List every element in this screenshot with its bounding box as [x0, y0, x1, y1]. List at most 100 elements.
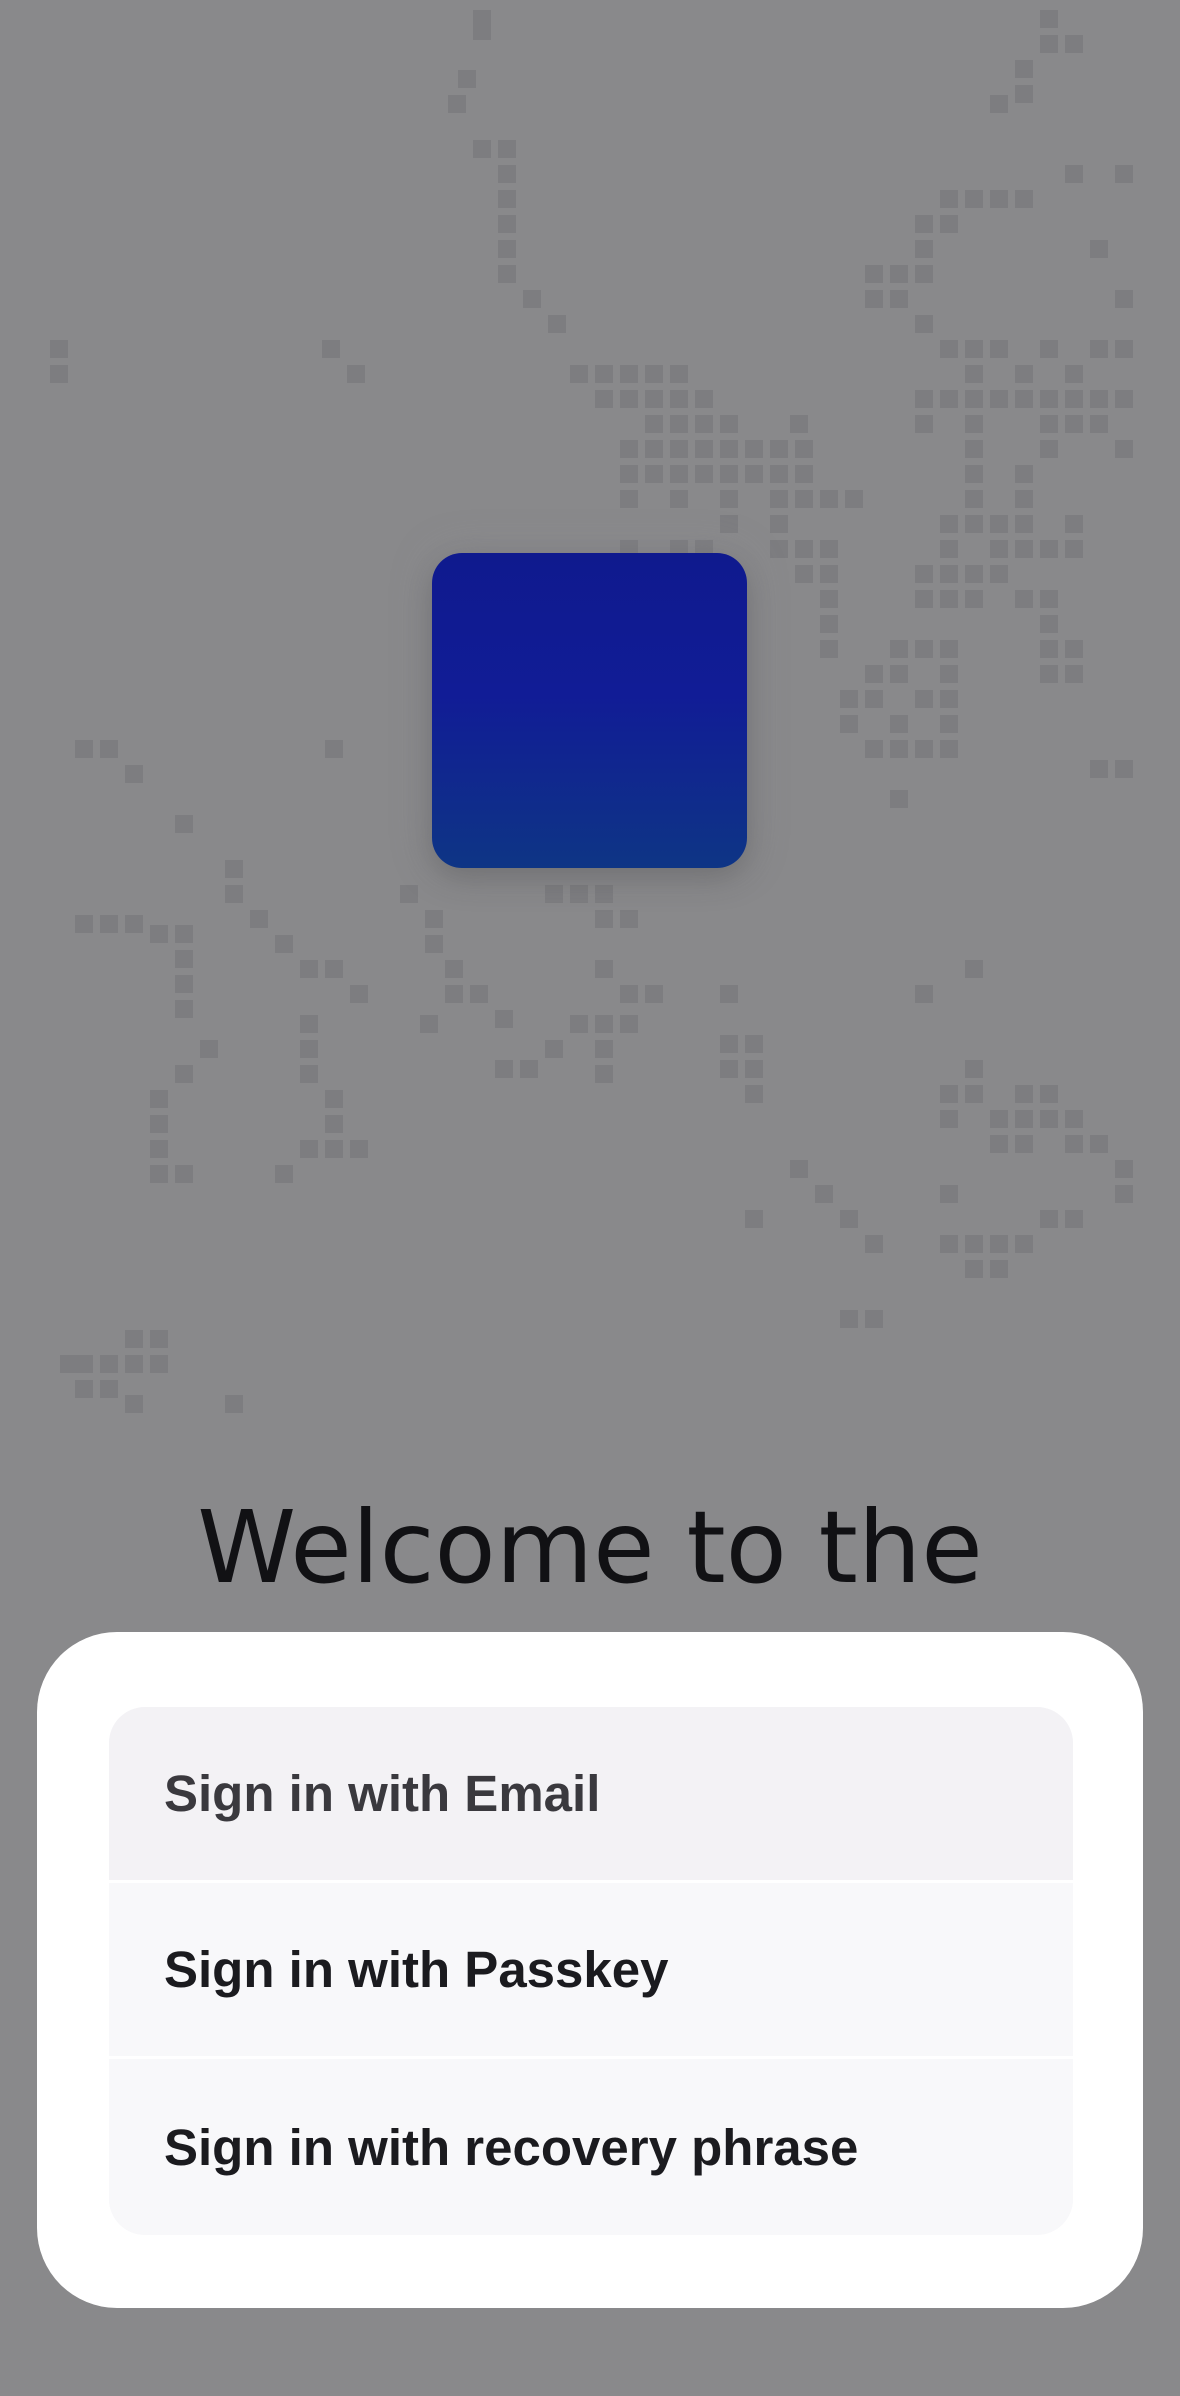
pattern-pixel	[75, 740, 93, 758]
pattern-pixel	[790, 415, 808, 433]
pattern-pixel	[425, 910, 443, 928]
signin-bottom-sheet: Sign in with Email Sign in with Passkey …	[37, 1632, 1143, 2308]
pattern-pixel	[300, 1015, 318, 1033]
pattern-pixel	[445, 960, 463, 978]
pattern-pixel	[1090, 340, 1108, 358]
pattern-pixel	[498, 265, 516, 283]
pattern-pixel	[770, 515, 788, 533]
pattern-pixel	[495, 1060, 513, 1078]
pattern-pixel	[570, 885, 588, 903]
pattern-pixel	[890, 665, 908, 683]
pattern-pixel	[498, 190, 516, 208]
signin-recovery-phrase-button[interactable]: Sign in with recovery phrase	[109, 2059, 1073, 2235]
pattern-pixel	[200, 1040, 218, 1058]
pattern-pixel	[1065, 665, 1083, 683]
pattern-pixel	[1040, 390, 1058, 408]
pattern-pixel	[890, 740, 908, 758]
pattern-pixel	[1015, 490, 1033, 508]
pattern-pixel	[1065, 540, 1083, 558]
pattern-pixel	[745, 465, 763, 483]
pattern-pixel	[1015, 465, 1033, 483]
pattern-pixel	[720, 1060, 738, 1078]
pattern-pixel	[150, 1115, 168, 1133]
pattern-pixel	[940, 1185, 958, 1203]
pattern-pixel	[595, 1065, 613, 1083]
pattern-pixel	[498, 165, 516, 183]
pattern-pixel	[445, 985, 463, 1003]
pattern-pixel	[915, 415, 933, 433]
pattern-pixel	[1065, 515, 1083, 533]
pattern-pixel	[473, 22, 491, 40]
pattern-pixel	[150, 1140, 168, 1158]
pattern-pixel	[325, 1115, 343, 1133]
pattern-pixel	[458, 70, 476, 88]
pattern-pixel	[915, 590, 933, 608]
pattern-pixel	[915, 565, 933, 583]
pattern-pixel	[695, 415, 713, 433]
pattern-pixel	[720, 1035, 738, 1053]
pattern-pixel	[1065, 415, 1083, 433]
pattern-pixel	[300, 1065, 318, 1083]
pattern-pixel	[865, 290, 883, 308]
pattern-pixel	[520, 1060, 538, 1078]
pattern-pixel	[1015, 590, 1033, 608]
pattern-pixel	[770, 440, 788, 458]
pattern-pixel	[695, 465, 713, 483]
signin-email-button[interactable]: Sign in with Email	[109, 1707, 1073, 1883]
pattern-pixel	[990, 1135, 1008, 1153]
pattern-pixel	[965, 1060, 983, 1078]
pattern-pixel	[820, 540, 838, 558]
pattern-pixel	[965, 365, 983, 383]
pattern-pixel	[965, 960, 983, 978]
pattern-pixel	[890, 715, 908, 733]
pattern-pixel	[915, 390, 933, 408]
pattern-pixel	[125, 1355, 143, 1373]
pattern-pixel	[1040, 440, 1058, 458]
pattern-pixel	[620, 390, 638, 408]
pattern-pixel	[470, 985, 488, 1003]
pattern-pixel	[150, 1165, 168, 1183]
pattern-pixel	[990, 1235, 1008, 1253]
pattern-pixel	[595, 365, 613, 383]
pattern-pixel	[1015, 1135, 1033, 1153]
pattern-pixel	[275, 1165, 293, 1183]
signin-passkey-button[interactable]: Sign in with Passkey	[109, 1883, 1073, 2059]
pattern-pixel	[770, 490, 788, 508]
pattern-pixel	[940, 515, 958, 533]
pattern-pixel	[125, 765, 143, 783]
pattern-pixel	[915, 215, 933, 233]
pattern-pixel	[720, 985, 738, 1003]
pattern-pixel	[595, 1040, 613, 1058]
pattern-pixel	[1040, 540, 1058, 558]
pattern-pixel	[720, 515, 738, 533]
pattern-pixel	[325, 1090, 343, 1108]
pattern-pixel	[940, 690, 958, 708]
pattern-pixel	[620, 1015, 638, 1033]
pattern-pixel	[940, 390, 958, 408]
pattern-pixel	[645, 415, 663, 433]
pattern-pixel	[990, 565, 1008, 583]
pattern-pixel	[1015, 1235, 1033, 1253]
pattern-pixel	[300, 960, 318, 978]
pattern-pixel	[1040, 1085, 1058, 1103]
pattern-pixel	[495, 1010, 513, 1028]
pattern-pixel	[890, 265, 908, 283]
pattern-pixel	[425, 935, 443, 953]
pattern-pixel	[498, 140, 516, 158]
pattern-pixel	[150, 1330, 168, 1348]
pattern-pixel	[795, 440, 813, 458]
pattern-pixel	[865, 1310, 883, 1328]
pattern-pixel	[1040, 1110, 1058, 1128]
pattern-pixel	[965, 340, 983, 358]
pattern-pixel	[890, 640, 908, 658]
pattern-pixel	[225, 885, 243, 903]
pattern-pixel	[400, 885, 418, 903]
pattern-pixel	[1065, 390, 1083, 408]
pattern-pixel	[523, 290, 541, 308]
pattern-pixel	[1115, 440, 1133, 458]
pattern-pixel	[720, 415, 738, 433]
pattern-pixel	[325, 1140, 343, 1158]
pattern-pixel	[1040, 665, 1058, 683]
pattern-pixel	[1065, 365, 1083, 383]
pattern-pixel	[670, 390, 688, 408]
